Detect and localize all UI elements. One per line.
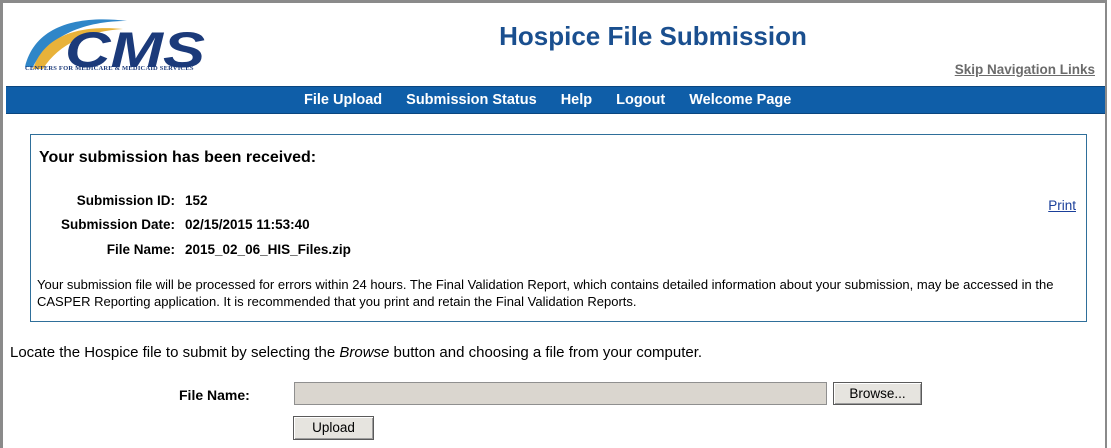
- upload-instruction: Locate the Hospice file to submit by sel…: [10, 344, 702, 361]
- main-nav-bar: File Upload Submission Status Help Logou…: [6, 86, 1105, 114]
- confirmation-message: Your submission file will be processed f…: [37, 277, 1054, 309]
- nav-submission-status[interactable]: Submission Status: [406, 92, 537, 108]
- page-title: Hospice File Submission: [499, 21, 807, 51]
- submission-id-value: 152: [185, 193, 208, 208]
- instruction-text-before: Locate the Hospice file to submit by sel…: [10, 344, 340, 361]
- submission-id-label: Submission ID:: [76, 193, 175, 208]
- cms-logo-subtext: CENTERS FOR MEDICARE & MEDICAID SERVICES: [25, 65, 194, 72]
- instruction-text-after: button and choosing a file from your com…: [389, 344, 703, 361]
- nav-help[interactable]: Help: [561, 92, 592, 108]
- nav-welcome-page[interactable]: Welcome Page: [689, 92, 791, 108]
- file-name-label: File Name:: [106, 242, 175, 257]
- nav-items: File Upload Submission Status Help Logou…: [304, 87, 815, 113]
- page-frame: CMS CENTERS FOR MEDICARE & MEDICAID SERV…: [0, 0, 1107, 448]
- submission-date-label: Submission Date:: [60, 217, 175, 232]
- nav-logout[interactable]: Logout: [616, 92, 665, 108]
- file-name-input[interactable]: [294, 382, 827, 405]
- skip-navigation-link[interactable]: Skip Navigation Links: [955, 62, 1095, 77]
- confirmation-title: Your submission has been received:: [39, 149, 317, 166]
- submission-confirmation-box: Your submission has been received: Print…: [30, 134, 1087, 322]
- upload-button[interactable]: Upload: [293, 416, 374, 440]
- file-name-field-label: File Name:: [179, 387, 250, 403]
- print-link[interactable]: Print: [1048, 198, 1076, 213]
- submission-date-value: 02/15/2015 11:53:40: [185, 217, 310, 232]
- instruction-browse-emphasis: Browse: [339, 344, 390, 361]
- browse-button[interactable]: Browse...: [833, 382, 922, 405]
- nav-file-upload[interactable]: File Upload: [304, 92, 382, 108]
- file-name-value: 2015_02_06_HIS_Files.zip: [185, 242, 351, 257]
